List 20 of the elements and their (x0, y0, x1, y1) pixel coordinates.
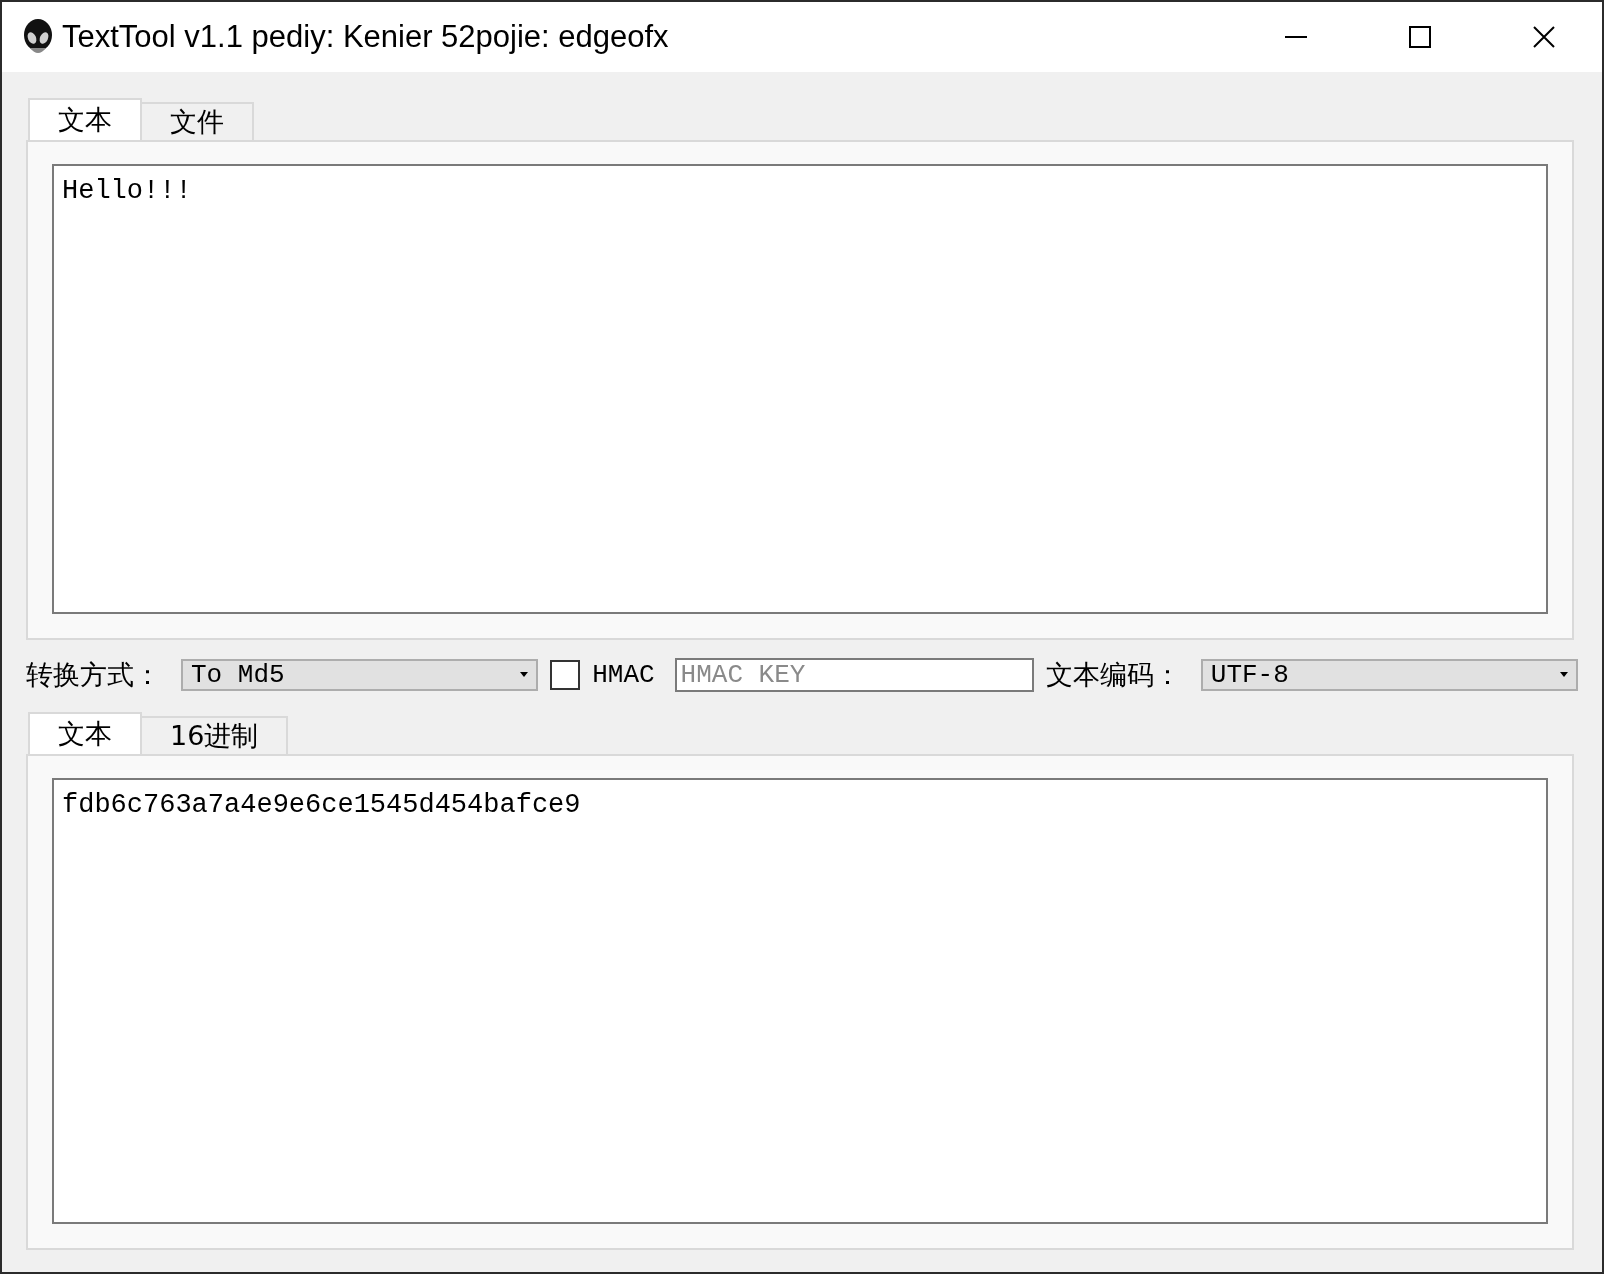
caret-icon (520, 672, 529, 678)
encoding-dropdown[interactable]: UTF-8 (1200, 659, 1578, 691)
caret-icon (1560, 672, 1568, 678)
encoding-label: 文本编码： (1045, 658, 1181, 692)
close-icon (1533, 26, 1555, 48)
alien-head-icon (22, 18, 54, 56)
tab[interactable]: 文本 (28, 98, 142, 140)
tab[interactable]: 文件 (140, 102, 254, 140)
window-title: TextTool v1.1 pediy: Kenier 52pojie: edgeofx (62, 19, 670, 55)
tab[interactable]: 文本 (28, 712, 142, 754)
tab[interactable]: 16进制 (140, 716, 289, 754)
hmac-label: HMAC (592, 660, 655, 690)
hmac-checkbox[interactable] (550, 660, 581, 690)
mode-dropdown[interactable]: To Md5 (181, 659, 539, 691)
input-text-area[interactable]: Hello!!! (52, 164, 1548, 614)
maximize-icon (1409, 26, 1431, 48)
mode-label: 转换方式： (26, 658, 161, 692)
minimize-icon (1285, 36, 1307, 38)
output-text-area[interactable]: fdb6c763a7a4e9e6ce1545d454bafce9 (52, 778, 1548, 1224)
hmac-key-field[interactable]: HMAC KEY (674, 658, 1034, 692)
